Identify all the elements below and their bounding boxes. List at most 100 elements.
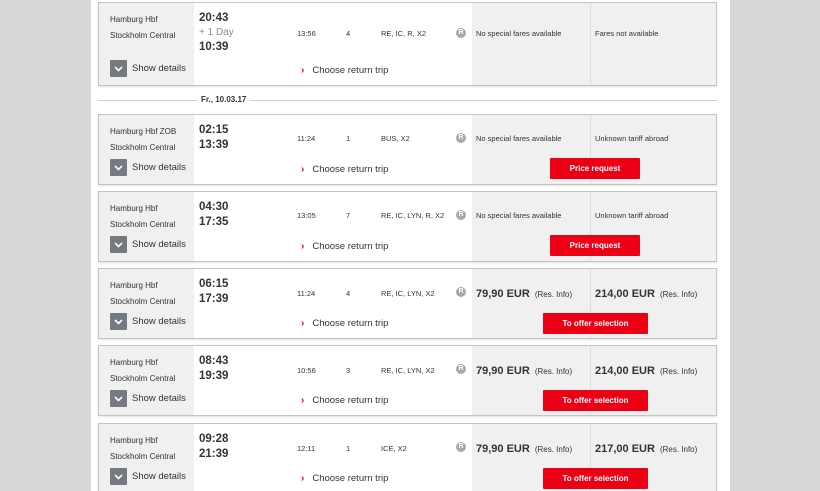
chevron-right-icon: › (301, 318, 305, 329)
arrival-station: Stockholm Central (110, 143, 176, 152)
show-details-label: Show details (132, 63, 186, 74)
flex-price-value: 214,00 EUR (595, 365, 655, 377)
changes: 1 (346, 134, 351, 143)
show-details-button[interactable]: Show details (110, 390, 186, 407)
rail-badge-icon: R (456, 287, 466, 297)
duration: 10:56 (297, 366, 316, 375)
departure-time: 06:15 (199, 278, 229, 290)
changes: 4 (346, 29, 351, 38)
flex-price[interactable]: 214,00 EUR (Res. Info) (595, 365, 697, 377)
flex-price-value: 214,00 EUR (595, 288, 655, 300)
products: RE, IC, LYN, X2 (381, 366, 435, 375)
choose-return-trip-link[interactable]: › Choose return trip (301, 65, 388, 76)
rail-badge-icon: R (456, 364, 466, 374)
show-details-button[interactable]: Show details (110, 236, 186, 253)
choose-return-trip-label: Choose return trip (312, 241, 389, 252)
standard-price[interactable]: 79,90 EUR (Res. Info) (476, 288, 572, 300)
flex-price[interactable]: 214,00 EUR (Res. Info) (595, 288, 697, 300)
res-info-link[interactable]: (Res. Info) (535, 445, 572, 454)
rail-badge-icon: R (456, 133, 466, 143)
next-day-note: + 1 Day (199, 27, 234, 38)
arrival-time: 21:39 (199, 448, 229, 460)
show-details-label: Show details (132, 316, 186, 327)
departure-station: Hamburg Hbf (110, 204, 158, 213)
connection-row: Hamburg Hbf ZOB Stockholm Central Show d… (98, 114, 717, 185)
chevron-down-icon (110, 159, 127, 176)
arrival-time: 10:39 (199, 41, 229, 53)
departure-time: 02:15 (199, 124, 229, 136)
show-details-label: Show details (132, 239, 186, 250)
changes: 3 (346, 366, 351, 375)
rail-badge-icon: R (456, 210, 466, 220)
choose-return-trip-link[interactable]: › Choose return trip (301, 473, 388, 484)
duration: 13:56 (297, 29, 316, 38)
standard-price[interactable]: 79,90 EUR (Res. Info) (476, 365, 572, 377)
products: ICE, X2 (381, 444, 407, 453)
products: RE, IC, R, X2 (381, 29, 427, 38)
standard-price-value: 79,90 EUR (476, 365, 530, 377)
show-details-button[interactable]: Show details (110, 468, 186, 485)
products: RE, IC, LYN, R, X2 (381, 211, 445, 220)
choose-return-trip-label: Choose return trip (312, 318, 389, 329)
arrival-station: Stockholm Central (110, 31, 176, 40)
arrival-station: Stockholm Central (110, 297, 176, 306)
show-details-button[interactable]: Show details (110, 60, 186, 77)
offer-selection-button[interactable]: To offer selection (543, 468, 648, 489)
departure-station: Hamburg Hbf ZOB (110, 127, 177, 136)
res-info-link[interactable]: (Res. Info) (660, 290, 697, 299)
chevron-down-icon (110, 60, 127, 77)
price-request-button[interactable]: Price request (550, 158, 640, 179)
choose-return-trip-link[interactable]: › Choose return trip (301, 395, 388, 406)
rail-badge-icon: R (456, 28, 466, 38)
res-info-link[interactable]: (Res. Info) (535, 290, 572, 299)
chevron-right-icon: › (301, 241, 305, 252)
chevron-right-icon: › (301, 473, 305, 484)
rail-badge-icon: R (456, 442, 466, 452)
choose-return-trip-label: Choose return trip (312, 473, 389, 484)
show-details-label: Show details (132, 162, 186, 173)
arrival-time: 17:35 (199, 216, 229, 228)
fare-flex-text: Unknown tariff abroad (595, 211, 669, 220)
duration: 13:05 (297, 211, 316, 220)
chevron-down-icon (110, 468, 127, 485)
date-separator: Fr., 10.03.17 (197, 95, 251, 104)
show-details-button[interactable]: Show details (110, 159, 186, 176)
departure-station: Hamburg Hbf (110, 358, 158, 367)
changes: 4 (346, 289, 351, 298)
standard-price-value: 79,90 EUR (476, 288, 530, 300)
choose-return-trip-label: Choose return trip (312, 65, 389, 76)
show-details-label: Show details (132, 393, 186, 404)
departure-station: Hamburg Hbf (110, 436, 158, 445)
products: BUS, X2 (381, 134, 410, 143)
arrival-station: Stockholm Central (110, 374, 176, 383)
offer-selection-button[interactable]: To offer selection (543, 390, 648, 411)
connection-row: Hamburg Hbf Stockholm Central Show detai… (98, 268, 717, 339)
fare-standard-text: No special fares available (476, 134, 562, 143)
choose-return-trip-link[interactable]: › Choose return trip (301, 241, 388, 252)
fare-flex-text: Fares not available (595, 29, 659, 38)
standard-price[interactable]: 79,90 EUR (Res. Info) (476, 443, 572, 455)
results-page: Hamburg Hbf Stockholm Central Show detai… (91, 0, 730, 491)
res-info-link[interactable]: (Res. Info) (660, 367, 697, 376)
offer-selection-button[interactable]: To offer selection (543, 313, 648, 334)
fare-standard-text: No special fares available (476, 211, 562, 220)
res-info-link[interactable]: (Res. Info) (660, 445, 697, 454)
duration: 11:24 (297, 289, 316, 298)
departure-station: Hamburg Hbf (110, 281, 158, 290)
departure-station: Hamburg Hbf (110, 15, 158, 24)
res-info-link[interactable]: (Res. Info) (535, 367, 572, 376)
connection-row: Hamburg Hbf Stockholm Central Show detai… (98, 2, 717, 86)
arrival-time: 13:39 (199, 139, 229, 151)
connection-row: Hamburg Hbf Stockholm Central Show detai… (98, 191, 717, 262)
show-details-button[interactable]: Show details (110, 313, 186, 330)
chevron-down-icon (110, 390, 127, 407)
changes: 7 (346, 211, 351, 220)
chevron-down-icon (110, 236, 127, 253)
choose-return-trip-link[interactable]: › Choose return trip (301, 164, 388, 175)
chevron-right-icon: › (301, 164, 305, 175)
flex-price[interactable]: 217,00 EUR (Res. Info) (595, 443, 697, 455)
choose-return-trip-link[interactable]: › Choose return trip (301, 318, 388, 329)
departure-time: 04:30 (199, 201, 229, 213)
price-request-button[interactable]: Price request (550, 235, 640, 256)
choose-return-trip-label: Choose return trip (312, 395, 389, 406)
